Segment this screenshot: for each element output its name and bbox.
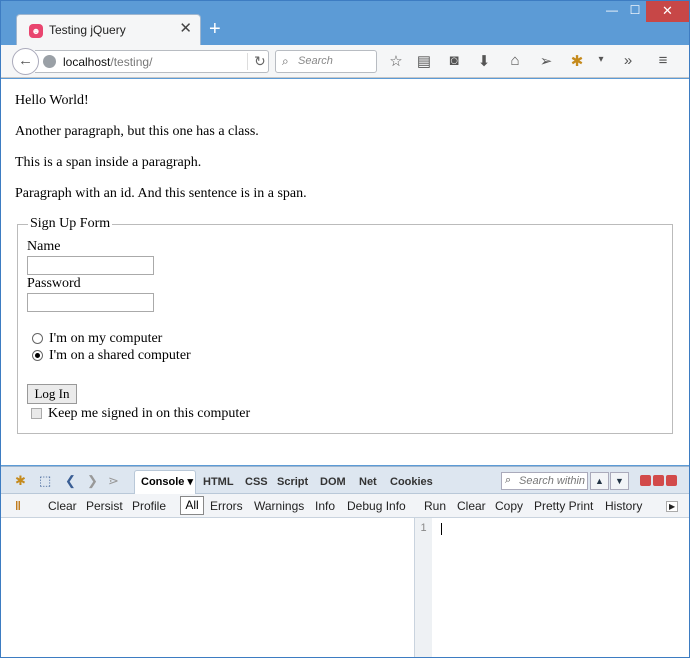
history-button[interactable]: History (605, 499, 642, 513)
filter-warnings-button[interactable]: Warnings (254, 499, 304, 513)
firebug-minimize-icon[interactable] (640, 475, 651, 486)
tab-console-label: Console (141, 476, 185, 488)
minimize-button[interactable]: — (599, 1, 625, 22)
console-dropdown-icon: ▾ (187, 476, 193, 488)
radio-shared-computer-label: I'm on a shared computer (49, 348, 191, 363)
command-line-icon[interactable]: ⋗ (108, 473, 119, 489)
pretty-print-button[interactable]: Pretty Print (534, 499, 593, 513)
search-prev-button[interactable]: ▲ (590, 472, 609, 490)
paragraph-hello: Hello World! (15, 93, 89, 108)
url-text: localhost/testing/ (63, 55, 152, 69)
log-in-button[interactable]: Log In (27, 384, 77, 404)
keep-signed-in-label: Keep me signed in on this computer (48, 406, 251, 421)
inspect-element-icon[interactable]: ⬚ (39, 473, 51, 489)
console-clear-button[interactable]: Clear (48, 499, 77, 513)
download-icon[interactable]: ⬇ (474, 52, 494, 70)
firebug-logo-icon[interactable]: ✱ (15, 473, 26, 489)
home-icon[interactable]: ⌂ (505, 52, 525, 69)
favicon-icon: ☻ (29, 24, 43, 38)
command-clear-button[interactable]: Clear (457, 499, 486, 513)
reload-icon[interactable]: ↻ (247, 53, 266, 70)
page-content: Hello World! Another paragraph, but this… (1, 79, 689, 465)
search-bar[interactable]: ⌕ Search (275, 50, 377, 73)
firebug-panel: ✱ ⬚ ❮ ❯ ⋗ Console ▾ HTML CSS Script DOM … (1, 466, 689, 657)
tab-script[interactable]: Script (277, 476, 308, 488)
search-next-button[interactable]: ▼ (610, 472, 629, 490)
tab-html[interactable]: HTML (203, 476, 234, 488)
filter-all-button[interactable]: All (180, 496, 204, 515)
firebug-search-input[interactable]: Search within C (519, 475, 587, 487)
break-on-error-icon[interactable]: ‖ (15, 499, 21, 513)
back-button[interactable]: ← (12, 48, 39, 75)
copy-button[interactable]: Copy (495, 499, 523, 513)
radio-shared-computer[interactable] (32, 350, 43, 361)
console-toolbar: ‖ Clear Persist Profile All Errors Warni… (1, 494, 689, 518)
title-bar: ☻ Testing jQuery ✕ + — ☐ ✕ (1, 1, 689, 46)
navigation-bar: localhost/testing/ ↻ ← ⌕ Search ☆ ▤ ◙ ⬇ … (1, 45, 689, 78)
firebug-close-icon[interactable] (666, 475, 677, 486)
firebug-tab-bar: ✱ ⬚ ❮ ❯ ⋗ Console ▾ HTML CSS Script DOM … (1, 466, 689, 495)
paragraph-span: This is a span inside a paragraph. (15, 155, 202, 170)
tab-console[interactable]: Console ▾ (134, 470, 196, 495)
bookmark-star-icon[interactable]: ☆ (386, 52, 406, 70)
text-caret (441, 523, 442, 535)
send-icon[interactable]: ➢ (536, 52, 556, 70)
firebug-search[interactable]: ⌕ Search within C (501, 472, 588, 490)
radio-own-computer-label: I'm on my computer (49, 331, 163, 346)
tab-cookies[interactable]: Cookies (390, 476, 433, 488)
sign-up-form: Sign Up Form Name Password I'm on my com… (17, 216, 673, 434)
line-number-gutter: 1 (414, 518, 432, 657)
run-button[interactable]: Run (424, 499, 446, 513)
firebug-search-icon: ⌕ (505, 474, 512, 486)
search-input[interactable]: Search (298, 55, 333, 67)
name-input[interactable] (27, 256, 154, 275)
firebug-menu-icon[interactable]: ▾ (591, 54, 611, 65)
globe-icon (43, 55, 56, 68)
firebug-icon[interactable]: ✱ (567, 52, 587, 70)
filter-info-button[interactable]: Info (315, 499, 335, 513)
password-input[interactable] (27, 293, 154, 312)
back-arrow-icon: ← (18, 52, 33, 69)
maximize-button[interactable]: ☐ (625, 1, 645, 22)
tab-close-icon[interactable]: ✕ (179, 21, 192, 37)
tab-net[interactable]: Net (359, 476, 377, 488)
url-path: /testing/ (110, 55, 153, 69)
toolbar-scroll-right-icon[interactable]: ▶ (666, 501, 679, 512)
paragraph-id: Paragraph with an id. And this sentence … (15, 186, 307, 201)
console-persist-button[interactable]: Persist (86, 499, 123, 513)
browser-window: ☻ Testing jQuery ✕ + — ☐ ✕ localhost/tes… (0, 0, 690, 658)
filter-errors-button[interactable]: Errors (210, 499, 243, 513)
tab-dom[interactable]: DOM (320, 476, 346, 488)
forward-chevron-icon[interactable]: ❯ (87, 473, 98, 489)
filter-debug-info-button[interactable]: Debug Info (347, 499, 406, 513)
url-host: localhost (63, 55, 111, 69)
password-label: Password (27, 276, 81, 291)
command-editor[interactable] (432, 518, 689, 657)
tab-css[interactable]: CSS (245, 476, 268, 488)
form-legend: Sign Up Form (28, 216, 113, 232)
search-icon: ⌕ (282, 54, 289, 68)
url-bar[interactable]: localhost/testing/ ↻ (35, 50, 269, 73)
keep-signed-in-checkbox[interactable] (31, 408, 42, 419)
tab-testing-jquery[interactable]: ☻ Testing jQuery ✕ (16, 14, 201, 46)
name-label: Name (27, 239, 61, 254)
close-window-button[interactable]: ✕ (646, 1, 689, 22)
back-chevron-icon[interactable]: ❮ (65, 473, 76, 489)
pocket-icon[interactable]: ◙ (444, 52, 464, 69)
console-output (1, 518, 414, 657)
tab-title: Testing jQuery (49, 23, 126, 37)
hamburger-menu-icon[interactable]: ≡ (653, 52, 673, 69)
radio-own-computer[interactable] (32, 333, 43, 344)
new-tab-button[interactable]: + (209, 19, 221, 39)
overflow-icon[interactable]: » (618, 52, 638, 69)
paragraph-class: Another paragraph, but this one has a cl… (15, 124, 259, 139)
firebug-detach-icon[interactable] (653, 475, 664, 486)
reading-list-icon[interactable]: ▤ (414, 52, 434, 70)
console-profile-button[interactable]: Profile (132, 499, 166, 513)
